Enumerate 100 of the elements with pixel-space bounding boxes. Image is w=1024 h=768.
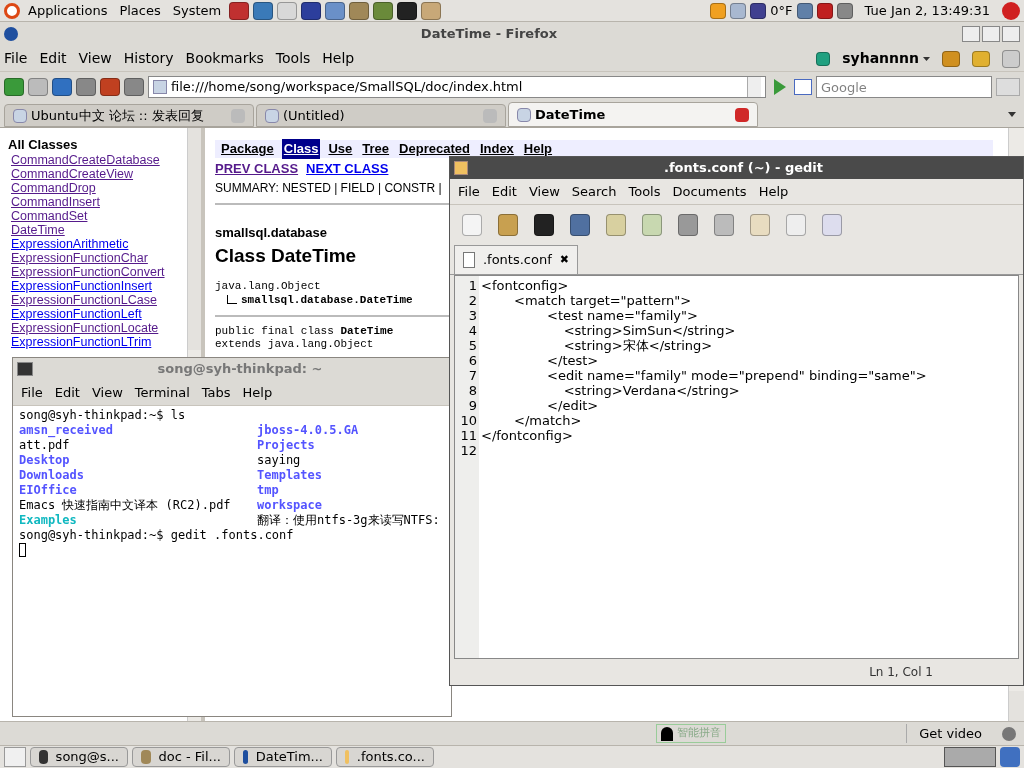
sidebar-link[interactable]: CommandInsert [11, 195, 100, 209]
file-name: saying [257, 453, 301, 468]
sidebar-link[interactable]: ExpressionFunctionLocate [11, 321, 159, 335]
line-number: 3 [468, 308, 477, 323]
menu-item[interactable]: Edit [491, 181, 517, 202]
declaration-text: public final class DateTime [215, 324, 394, 338]
code-line: </fontconfig> [481, 428, 574, 443]
tree-line [227, 294, 237, 304]
nav-link[interactable]: Deprecated [397, 139, 472, 159]
line-number: 11 [460, 428, 477, 443]
code-line: <edit name="family" mode="prepend" binding="same"> [546, 368, 928, 383]
document-tab[interactable]: .fonts.conf ✖ [454, 245, 578, 274]
sidebar-link[interactable]: CommandSet [11, 209, 88, 223]
panel-menu[interactable]: System [168, 0, 226, 21]
menu-item[interactable]: File [458, 181, 480, 202]
nav-link[interactable]: Index [477, 139, 516, 159]
menu-item[interactable]: Bookmarks [185, 48, 264, 69]
sidebar-link[interactable]: ExpressionFunctionLTrim [11, 335, 152, 349]
terminal-line: song@syh-thinkpad:~$ gedit .fonts.conf [19, 528, 295, 543]
hierarchy-text: smallsql.database.DateTime [241, 292, 413, 307]
menu-item[interactable]: Edit [54, 382, 80, 403]
close-icon[interactable]: ✖ [559, 251, 569, 269]
taskbar-button[interactable]: DateTim... [234, 747, 332, 767]
taskbar-button[interactable]: .fonts.co... [336, 747, 434, 767]
line-number: 2 [468, 293, 477, 308]
menu-item[interactable]: View [528, 181, 560, 202]
menu-item[interactable]: View [91, 382, 123, 403]
nav-link[interactable]: Use [326, 139, 355, 159]
hierarchy-text: java.lang.Object [215, 278, 322, 293]
line-number: 9 [468, 398, 477, 413]
class-title: Class DateTime [215, 244, 357, 268]
menu-item[interactable]: File [21, 382, 43, 403]
window-title: .fonts.conf (~) - gedit [662, 159, 825, 178]
menu-item[interactable]: Tabs [201, 382, 231, 403]
sidebar-link[interactable]: CommandDrop [11, 181, 96, 195]
nav-link[interactable]: Help [521, 139, 555, 159]
line-number: 7 [468, 368, 477, 383]
menu-item[interactable]: Documents [672, 181, 747, 202]
status-button[interactable]: Get video [906, 723, 994, 744]
browser-tab[interactable]: Ubuntu中文 论坛 :: 发表回复 [4, 104, 254, 127]
clock: Tue Jan 2, 13:49:31 [863, 1, 991, 20]
sidebar-link[interactable]: CommandCreateDatabase [11, 153, 160, 167]
code-line: </test> [546, 353, 600, 368]
cursor-position: Ln 1, Col 1 [869, 664, 933, 681]
panel-menu[interactable]: Applications [24, 0, 112, 21]
menu-item[interactable]: Help [242, 382, 273, 403]
sidebar-link[interactable]: ExpressionFunctionChar [11, 251, 148, 265]
next-link[interactable]: NEXT CLASS [306, 159, 389, 179]
line-number: 6 [468, 353, 477, 368]
tab-list-icon[interactable] [1008, 112, 1016, 117]
taskbar-button[interactable]: song@s... [30, 747, 128, 767]
panel-menu[interactable]: Places [115, 0, 165, 21]
code-line: </edit> [546, 398, 600, 413]
browser-tab[interactable]: DateTime [508, 102, 758, 127]
terminal-output[interactable] [13, 406, 451, 716]
nav-link[interactable]: Tree [360, 139, 392, 159]
sidebar-link[interactable]: ExpressionFunctionLeft [11, 307, 142, 321]
menu-item[interactable]: Help [322, 48, 355, 69]
sidebar-link[interactable]: ExpressionArithmetic [11, 237, 129, 251]
close-button[interactable] [1002, 26, 1020, 42]
menu-item[interactable]: Terminal [134, 382, 190, 403]
menu-item[interactable]: Tools [628, 181, 661, 202]
browser-tab[interactable]: (Untitled) [256, 104, 506, 127]
minimize-button[interactable] [962, 26, 980, 42]
code-line: </match> [513, 413, 583, 428]
line-number: 5 [468, 338, 477, 353]
file-name: tmp [257, 483, 279, 498]
menu-item[interactable]: Tools [275, 48, 311, 69]
scrollbar[interactable] [188, 128, 201, 350]
workspace-switcher[interactable] [944, 747, 996, 767]
caret-icon[interactable] [923, 56, 930, 61]
line-number: 12 [460, 443, 477, 458]
scrollbar[interactable] [1009, 691, 1024, 721]
code-line: <match target="pattern"> [513, 293, 693, 308]
menu-item[interactable]: History [123, 48, 174, 69]
sidebar-link[interactable]: ExpressionFunctionLCase [11, 293, 157, 307]
cursor [19, 543, 26, 557]
nav-link[interactable]: Class [281, 139, 321, 159]
account-menu[interactable]: syhannnn [842, 48, 919, 69]
sidebar-link[interactable]: DateTime [11, 223, 65, 237]
code-line: <fontconfig> [481, 278, 570, 293]
menu-item[interactable]: File [4, 48, 28, 69]
frame-heading: All Classes [8, 136, 78, 153]
search-field[interactable]: Google [816, 76, 992, 98]
sidebar-link[interactable]: ExpressionFunctionConvert [11, 265, 165, 279]
file-name: EIOffice [19, 483, 78, 498]
nav-link[interactable]: Package [219, 139, 276, 159]
menu-item[interactable]: Edit [39, 48, 67, 69]
line-number: 8 [468, 383, 477, 398]
sidebar-link[interactable]: ExpressionFunctionInsert [11, 279, 153, 293]
menu-item[interactable]: View [78, 48, 112, 69]
file-name: att.pdf [19, 438, 71, 453]
taskbar-button[interactable]: doc - Fil... [132, 747, 230, 767]
file-name: Examples [19, 513, 78, 528]
address-field[interactable]: file:///home/song/workspace/SmallSQL/doc/index.html [148, 76, 766, 98]
sidebar-link[interactable]: CommandCreateView [11, 167, 134, 181]
menu-item[interactable]: Search [571, 181, 617, 202]
maximize-button[interactable] [982, 26, 1000, 42]
menu-item[interactable]: Help [758, 181, 789, 202]
prev-link[interactable]: PREV CLASS [215, 159, 299, 179]
